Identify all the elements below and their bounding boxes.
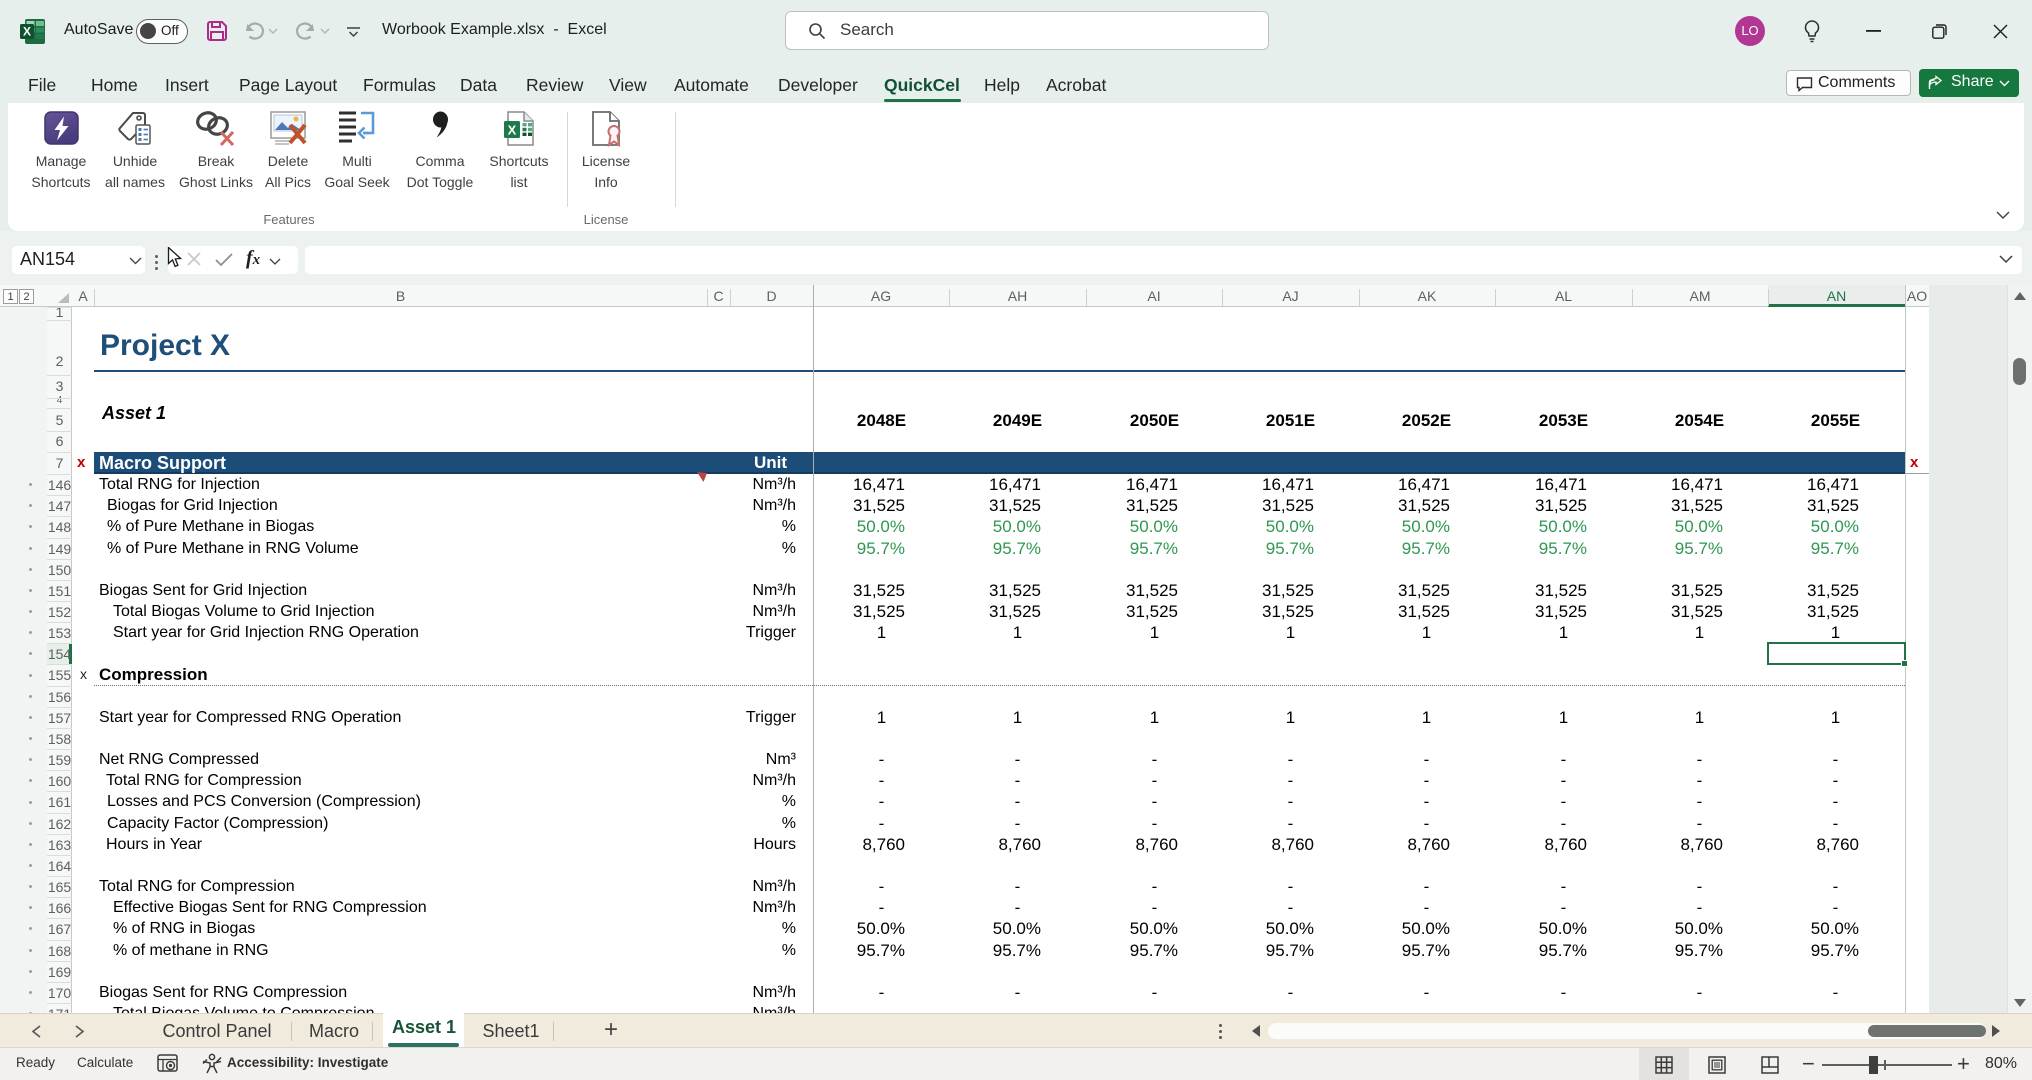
svg-text:X: X	[508, 123, 517, 138]
svg-text:X: X	[23, 25, 31, 39]
